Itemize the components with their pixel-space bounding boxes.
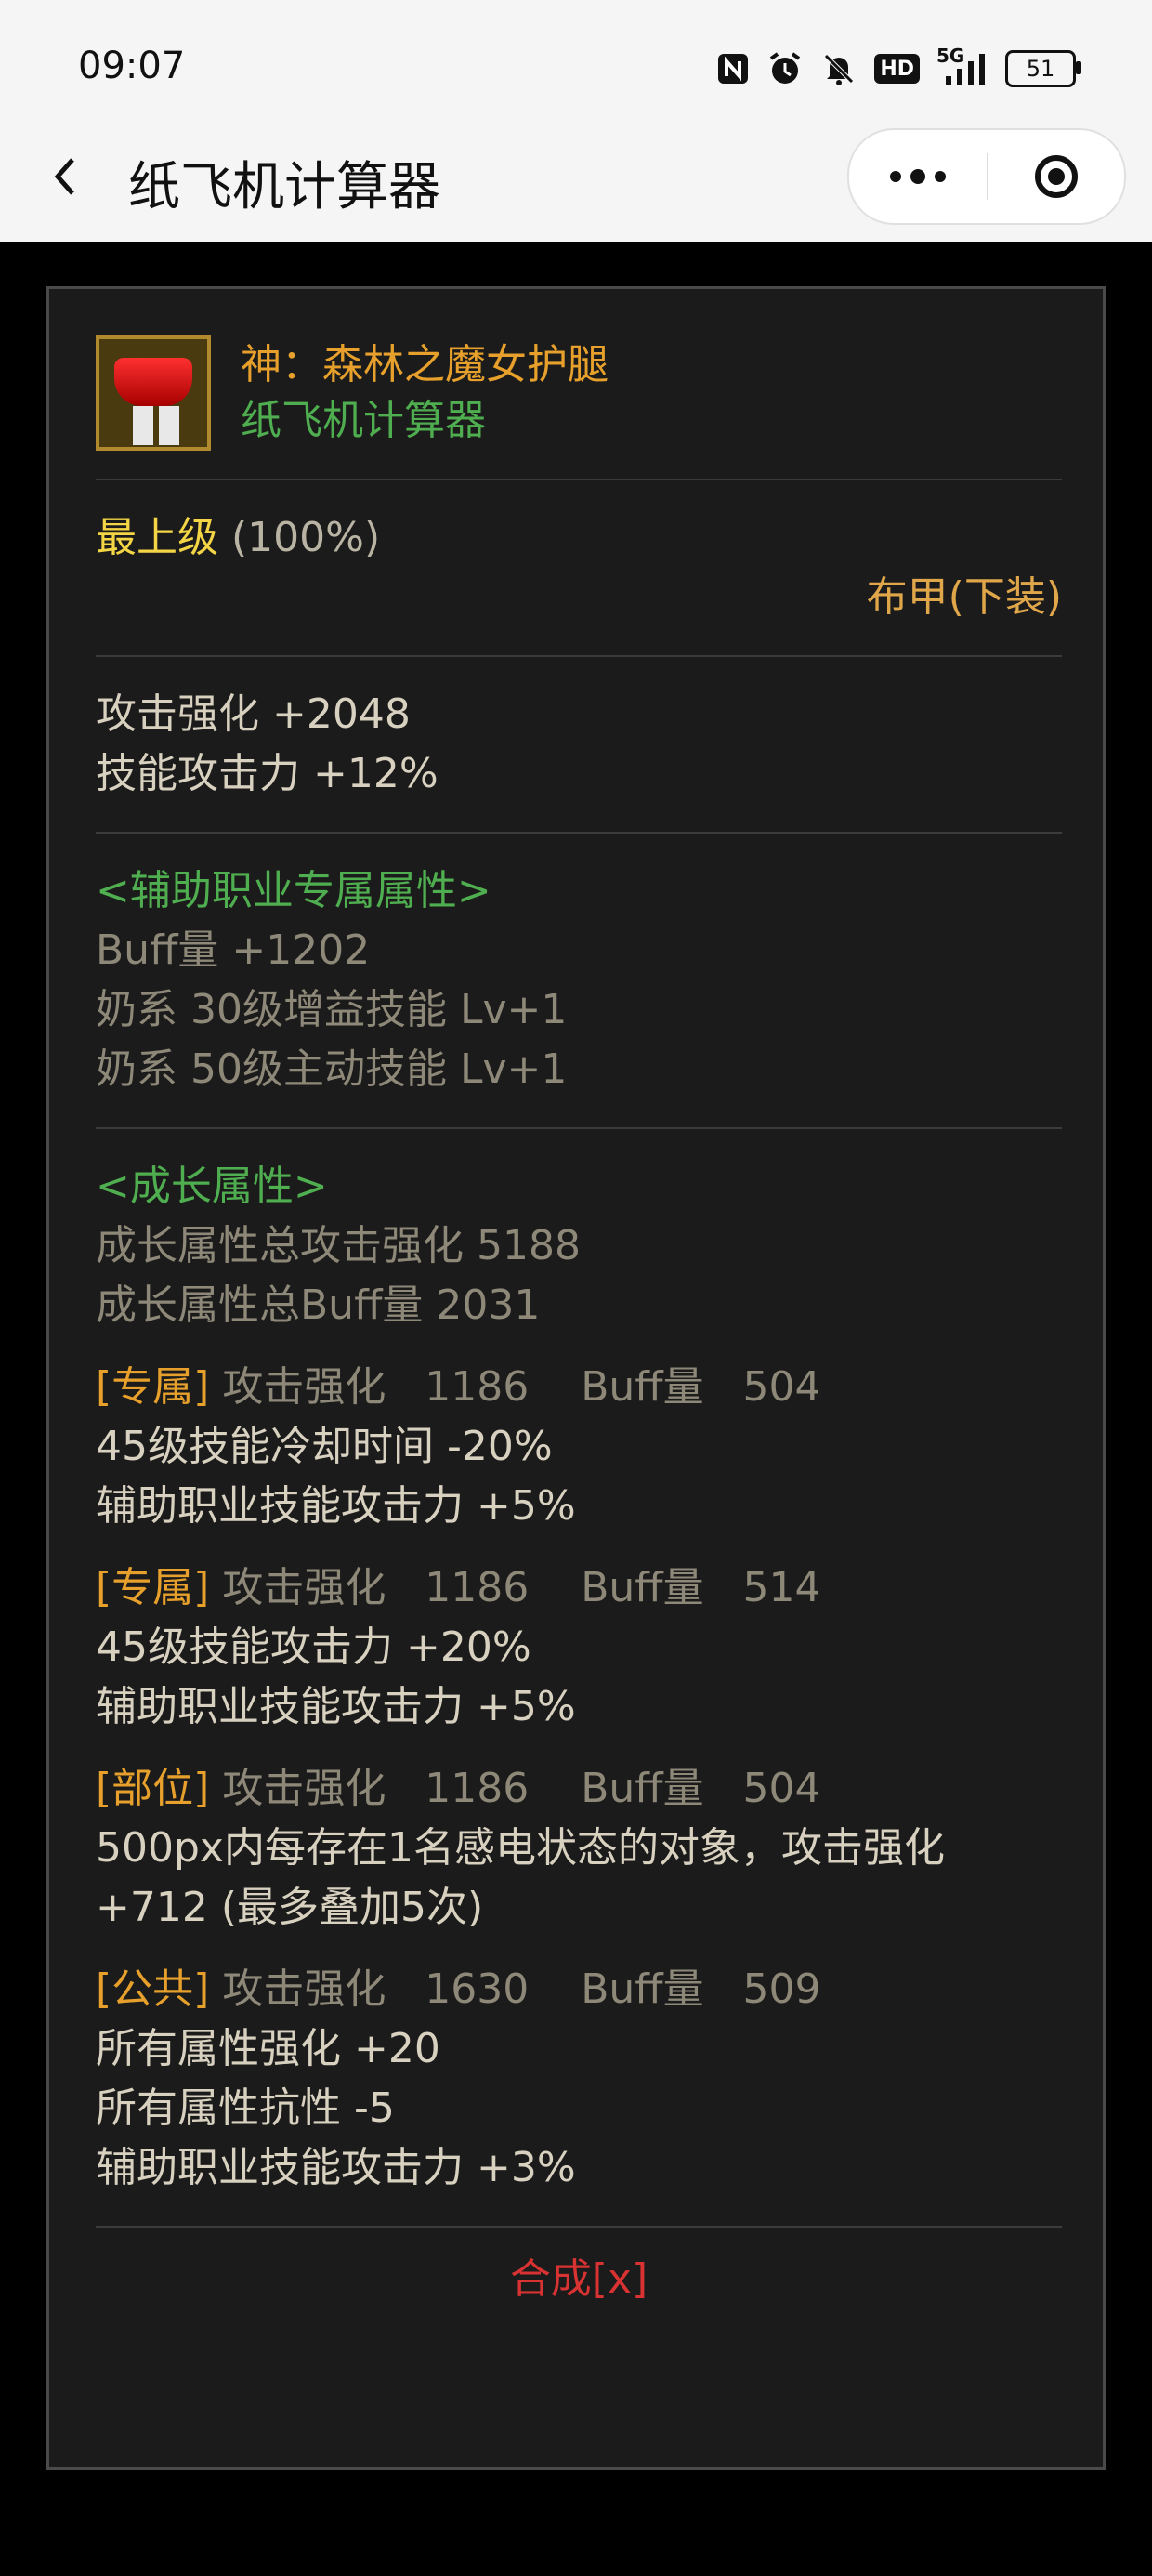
option-effect: 500px内每存在1名感电状态的对象，攻击强化	[96, 1824, 945, 1872]
chevron-left-icon	[54, 158, 74, 195]
option-stats: 攻击强化 1630 Buff量 509	[209, 1965, 821, 2013]
network-label: 5G	[936, 45, 965, 67]
alarm-icon	[766, 50, 804, 87]
option-header: [部位] 攻击强化 1186 Buff量 504	[96, 1759, 1062, 1819]
close-miniprogram-button[interactable]	[988, 155, 1124, 198]
growth-stat: 成长属性总攻击强化 5188	[96, 1222, 581, 1269]
more-dot	[910, 169, 925, 184]
option-tag: [部位]	[96, 1765, 210, 1812]
option-effect: 辅助职业技能攻击力 +3%	[96, 2144, 576, 2191]
support-stat: Buff量 +1202	[96, 927, 371, 974]
status-time: 09:07	[78, 45, 186, 87]
legwear-item-icon	[96, 335, 211, 451]
option-tag: [专属]	[96, 1564, 210, 1611]
option-effect: 辅助职业技能攻击力 +5%	[96, 1482, 576, 1530]
more-dot	[935, 171, 946, 182]
hd-icon: HD	[874, 54, 920, 84]
divider	[96, 479, 1062, 480]
base-stat: 攻击强化 +2048	[96, 690, 411, 738]
option-header: [专属] 攻击强化 1186 Buff量 514	[96, 1558, 1062, 1618]
grade-line: 最上级 (100%)	[96, 508, 1062, 568]
item-name: 神：森林之魔女护腿	[241, 341, 609, 388]
option-effect: +712 (最多叠加5次)	[96, 1884, 484, 1931]
nav-bar: 纸飞机计算器	[0, 121, 1152, 242]
nfc-icon	[716, 52, 750, 85]
option-header: [专属] 攻击强化 1186 Buff量 504	[96, 1358, 1062, 1417]
support-section-title: <辅助职业专属属性>	[96, 867, 491, 914]
option-header: [公共] 攻击强化 1630 Buff量 509	[96, 1960, 1062, 2019]
page-title: 纸飞机计算器	[128, 157, 440, 217]
battery-level: 51	[1026, 56, 1055, 82]
option-effect: 所有属性强化 +20	[96, 2025, 440, 2072]
base-stat: 技能攻击力 +12%	[96, 750, 439, 797]
item-grade-percent: (100%)	[231, 514, 381, 561]
more-button[interactable]	[849, 169, 987, 184]
item-subtitle: 纸飞机计算器	[241, 397, 486, 444]
option-tag: [专属]	[96, 1363, 210, 1411]
option-effect: 辅助职业技能攻击力 +5%	[96, 1683, 576, 1730]
option-stats: 攻击强化 1186 Buff量 504	[209, 1765, 821, 1812]
item-details: 神：森林之魔女护腿 纸飞机计算器 最上级 (100%) 布甲(下装) 攻击强化 …	[96, 335, 1062, 2309]
option-effect: 45级技能冷却时间 -20%	[96, 1423, 553, 1470]
growth-stat: 成长属性总Buff量 2031	[96, 1281, 541, 1329]
status-bar: 09:07 HD 5G 51	[0, 0, 1152, 138]
support-stat: 奶系 30级增益技能 Lv+1	[96, 986, 568, 1033]
option-effect: 45级技能攻击力 +20%	[96, 1623, 531, 1671]
synthesis-link[interactable]: 合成[x]	[96, 2250, 1062, 2309]
item-slot: 布甲(下装)	[866, 573, 1062, 621]
5g-signal-icon: 5G	[936, 45, 988, 87]
option-stats: 攻击强化 1186 Buff量 514	[209, 1564, 821, 1611]
miniprogram-capsule	[847, 128, 1126, 225]
option-tag: [公共]	[96, 1965, 210, 2013]
item-grade: 最上级	[96, 514, 218, 561]
item-tooltip-panel: 神：森林之魔女护腿 纸飞机计算器 最上级 (100%) 布甲(下装) 攻击强化 …	[46, 286, 1106, 2470]
item-header: 神：森林之魔女护腿 纸飞机计算器	[96, 335, 1062, 451]
option-stats: 攻击强化 1186 Buff量 504	[209, 1363, 821, 1411]
growth-section-title: <成长属性>	[96, 1163, 328, 1210]
back-button[interactable]	[41, 149, 97, 204]
target-icon	[1035, 155, 1078, 198]
support-stat: 奶系 50级主动技能 Lv+1	[96, 1045, 568, 1093]
status-icons: HD 5G 51	[716, 45, 1081, 93]
divider	[96, 1127, 1062, 1129]
divider	[96, 2226, 1062, 2228]
mute-icon	[820, 50, 857, 87]
divider	[96, 832, 1062, 834]
more-dot	[890, 171, 901, 182]
battery-icon: 51	[1005, 50, 1081, 87]
option-effect: 所有属性抗性 -5	[96, 2084, 395, 2132]
divider	[96, 655, 1062, 657]
